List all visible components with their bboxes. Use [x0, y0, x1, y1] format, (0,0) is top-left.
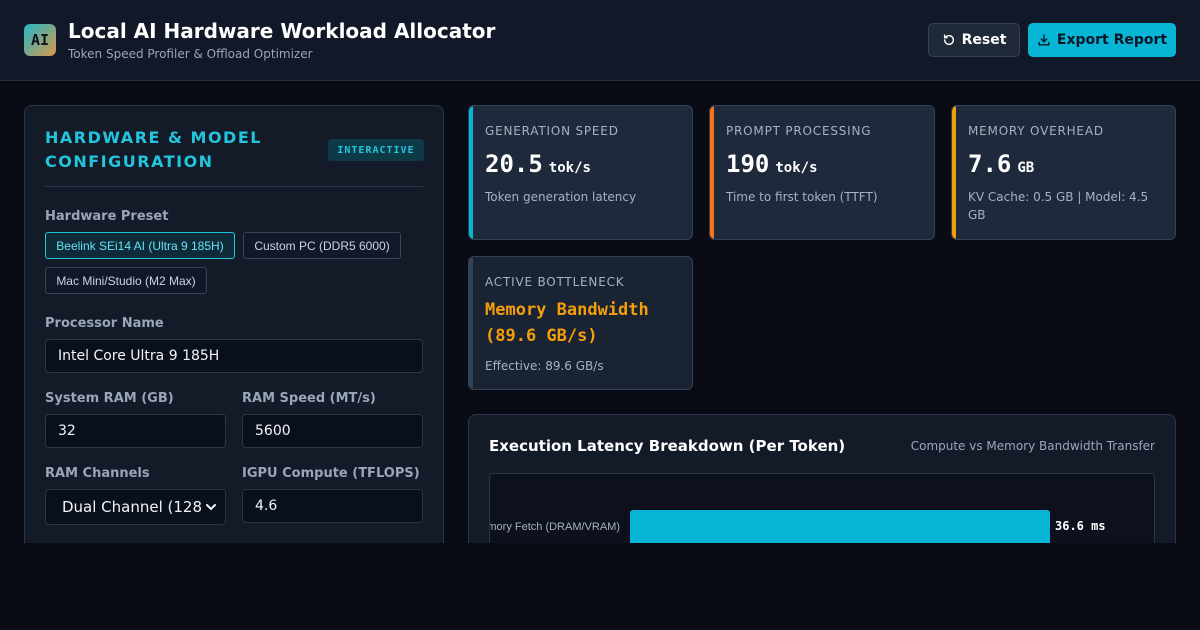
chevron-down-icon [206, 504, 216, 511]
card-description: Effective: 89.6 GB/s [485, 359, 604, 373]
card-label: ACTIVE BOTTLENECK [485, 275, 625, 289]
processor-name-label: Processor Name [45, 316, 164, 331]
export-report-button[interactable]: Export Report [1028, 23, 1176, 57]
reset-icon [943, 34, 954, 46]
generation-speed-value: 20.5 tok/s [485, 150, 591, 178]
page-fold [0, 543, 1200, 630]
card-accent [952, 106, 956, 239]
memory-overhead-value: 7.6 GB [968, 150, 1035, 178]
preset-mac-mini[interactable]: Mac Mini/Studio (M2 Max) [45, 267, 207, 294]
reset-button-label: Reset [961, 32, 1007, 48]
card-label: MEMORY OVERHEAD [968, 124, 1104, 138]
card-label: GENERATION SPEED [485, 124, 619, 138]
card-accent [469, 106, 473, 239]
generation-speed-card: GENERATION SPEED 20.5 tok/s Token generat… [468, 105, 693, 240]
reset-button[interactable]: Reset [928, 23, 1020, 57]
export-button-label: Export Report [1056, 32, 1168, 48]
ram-channels-select[interactable]: Dual Channel (128- [45, 489, 226, 525]
card-accent [469, 257, 473, 389]
processor-name-input[interactable] [45, 339, 423, 373]
card-label: PROMPT PROCESSING [726, 124, 872, 138]
preset-custom-pc[interactable]: Custom PC (DDR5 6000) [243, 232, 401, 259]
card-description: Token generation latency [485, 190, 637, 204]
prompt-processing-card: PROMPT PROCESSING 190 tok/s Time to first… [709, 105, 935, 240]
download-icon [1038, 34, 1050, 46]
ram-channels-value: Dual Channel (128- [62, 498, 202, 516]
prompt-processing-value: 190 tok/s [726, 150, 818, 178]
card-description: KV Cache: 0.5 GB | Model: 4.5 GB [968, 190, 1149, 222]
system-ram-input[interactable] [45, 414, 226, 448]
interactive-badge: INTERACTIVE [328, 139, 424, 161]
chart-subtitle: Compute vs Memory Bandwidth Transfer [910, 439, 1155, 453]
bar-category-label: Memory Fetch (DRAM/VRAM) [490, 521, 620, 533]
hardware-preset-label: Hardware Preset [45, 209, 169, 224]
bottleneck-value: Memory Bandwidth (89.6 GB/s) [485, 300, 649, 346]
igpu-compute-label: IGPU Compute (TFLOPS) [242, 466, 420, 481]
ram-speed-label: RAM Speed (MT/s) [242, 391, 376, 406]
panel-divider [45, 186, 423, 187]
bar-value-label: 36.6 ms [1055, 519, 1106, 533]
system-ram-label: System RAM (GB) [45, 391, 174, 406]
app-title: Local AI Hardware Workload Allocator [68, 19, 496, 43]
hardware-config-panel: HARDWARE & MODEL CONFIGURATION INTERACTI… [24, 105, 444, 565]
chart-title: Execution Latency Breakdown (Per Token) [489, 437, 846, 455]
active-bottleneck-card: ACTIVE BOTTLENECK Memory Bandwidth (89.6… [468, 256, 693, 390]
ram-speed-input[interactable] [242, 414, 423, 448]
app-header: AI Local AI Hardware Workload Allocator … [0, 0, 1200, 81]
config-panel-title: HARDWARE & MODEL CONFIGURATION [45, 128, 262, 171]
app-subtitle: Token Speed Profiler & Offload Optimizer [68, 47, 313, 61]
preset-beelink[interactable]: Beelink SEi14 AI (Ultra 9 185H) [45, 232, 235, 259]
igpu-compute-input[interactable] [242, 489, 423, 523]
ram-channels-label: RAM Channels [45, 466, 150, 481]
app-logo: AI [24, 24, 56, 56]
card-accent [710, 106, 714, 239]
memory-overhead-card: MEMORY OVERHEAD 7.6 GB KV Cache: 0.5 GB |… [951, 105, 1176, 240]
card-description: Time to first token (TTFT) [726, 190, 878, 204]
